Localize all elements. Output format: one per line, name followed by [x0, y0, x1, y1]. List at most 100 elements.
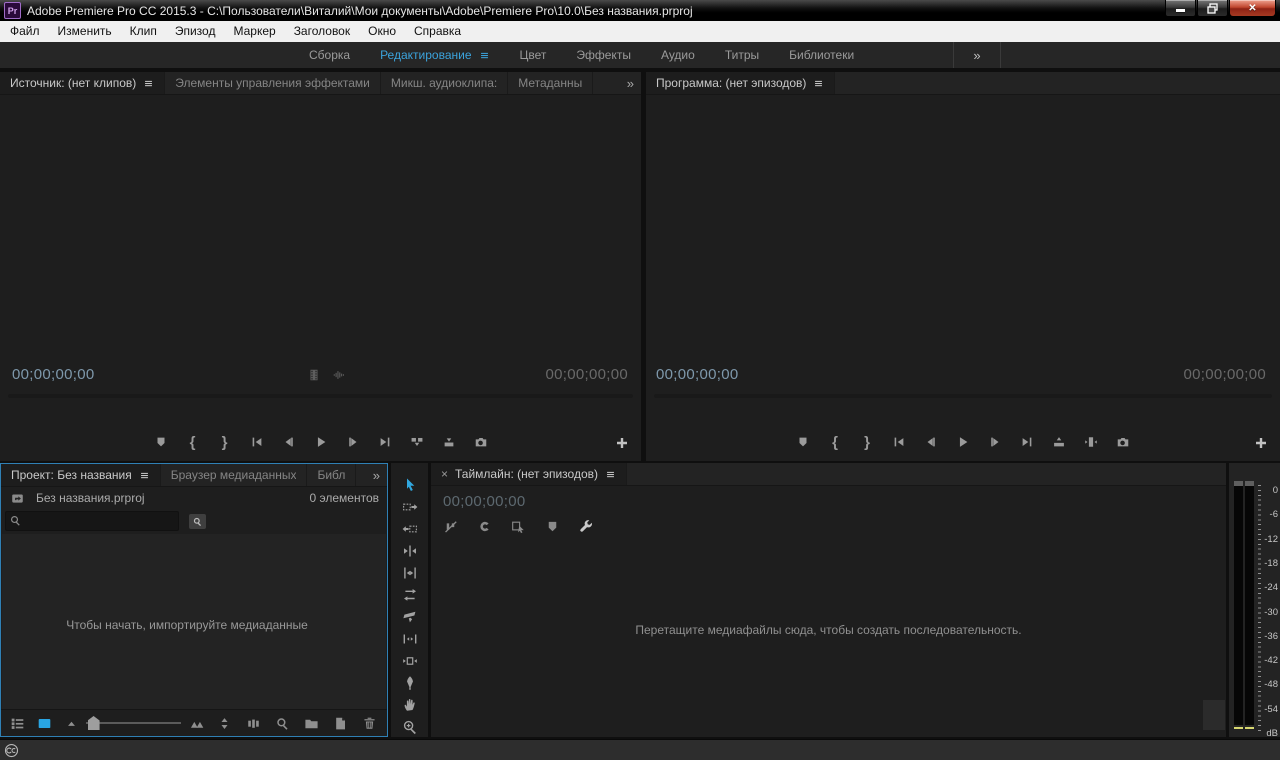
slip-tool-button[interactable]	[401, 630, 418, 647]
sort-button[interactable]	[215, 715, 235, 731]
panel-menu-icon[interactable]	[479, 50, 490, 61]
menu-item[interactable]: Клип	[121, 21, 166, 42]
program-current-time[interactable]: 00;00;00;00	[656, 366, 739, 383]
go-to-in-button[interactable]	[248, 433, 266, 451]
panel-tab[interactable]: Проект: Без названия	[1, 464, 161, 486]
tab-overflow-button[interactable]: »	[620, 76, 641, 91]
workspace-tab[interactable]: Редактирование	[365, 42, 504, 68]
lift-button[interactable]	[1050, 433, 1068, 451]
panel-menu-icon[interactable]	[605, 469, 616, 480]
step-forward-button[interactable]	[344, 433, 362, 451]
creative-cloud-icon[interactable]	[4, 743, 19, 758]
panel-menu-icon[interactable]	[813, 78, 824, 89]
snap-button[interactable]	[475, 517, 493, 535]
extract-button[interactable]	[1082, 433, 1100, 451]
panel-tab[interactable]: Программа: (нет эпизодов)	[646, 72, 835, 94]
mark-out-button[interactable]: }	[858, 433, 876, 451]
zoom-out-button[interactable]	[62, 715, 82, 731]
go-to-out-button[interactable]	[376, 433, 394, 451]
play-button[interactable]	[312, 433, 330, 451]
linked-selection-button[interactable]	[509, 517, 527, 535]
button-editor-button[interactable]	[614, 435, 630, 451]
workspace-tab[interactable]: Титры	[710, 42, 774, 68]
delete-button[interactable]	[359, 715, 379, 731]
timeline-scrollbar-thumb[interactable]	[1203, 700, 1225, 730]
menu-item[interactable]: Изменить	[49, 21, 121, 42]
restore-button[interactable]	[1197, 0, 1228, 17]
add-marker-button[interactable]	[543, 517, 561, 535]
pen-tool-button[interactable]	[401, 674, 418, 691]
panel-tab[interactable]: Браузер медиаданных	[161, 464, 308, 486]
insert-button[interactable]	[408, 433, 426, 451]
button-editor-button[interactable]	[1253, 435, 1269, 451]
icon-view-button[interactable]	[35, 715, 55, 731]
export-frame-button[interactable]	[472, 433, 490, 451]
step-forward-button[interactable]	[986, 433, 1004, 451]
hand-tool-button[interactable]	[401, 696, 418, 713]
minimize-button[interactable]	[1165, 0, 1196, 17]
workspace-tab[interactable]: Библиотеки	[774, 42, 869, 68]
panel-menu-icon[interactable]	[139, 470, 150, 481]
rolling-edit-tool-button[interactable]	[401, 564, 418, 581]
close-button[interactable]: ✕	[1229, 0, 1276, 17]
menu-item[interactable]: Справка	[405, 21, 470, 42]
timeline-settings-button[interactable]	[577, 517, 595, 535]
rate-stretch-tool-button[interactable]	[401, 586, 418, 603]
program-scrub-bar[interactable]	[654, 394, 1272, 398]
close-panel-icon[interactable]: ×	[441, 468, 448, 480]
menu-item[interactable]: Файл	[1, 21, 49, 42]
zoom-in-button[interactable]	[188, 715, 208, 731]
panel-menu-icon[interactable]	[143, 78, 154, 89]
zoom-slider-handle[interactable]	[88, 716, 100, 730]
track-select-forward-tool-button[interactable]	[401, 498, 418, 515]
panel-tab[interactable]: Библ	[307, 464, 356, 486]
source-scrub-bar[interactable]	[8, 394, 633, 398]
project-content-area[interactable]: Чтобы начать, импортируйте медиаданные	[2, 534, 386, 709]
panel-tab[interactable]: Источник: (нет клипов)	[0, 72, 165, 94]
panel-tab[interactable]: Элементы управления эффектами	[165, 72, 381, 94]
new-bin-button[interactable]	[301, 715, 321, 731]
panel-tab[interactable]: ×Таймлайн: (нет эпизодов)	[431, 463, 627, 485]
workspace-tab[interactable]: Аудио	[646, 42, 710, 68]
menu-item[interactable]: Эпизод	[166, 21, 225, 42]
step-back-button[interactable]	[280, 433, 298, 451]
play-button[interactable]	[954, 433, 972, 451]
zoom-slider[interactable]	[86, 715, 181, 731]
workspace-overflow-button[interactable]: »	[953, 42, 1001, 68]
workspace-tab[interactable]: Эффекты	[561, 42, 646, 68]
add-marker-button[interactable]	[794, 433, 812, 451]
mark-out-button[interactable]: }	[216, 433, 234, 451]
panel-tab[interactable]: Микш. аудиоклипа:	[381, 72, 508, 94]
step-back-button[interactable]	[922, 433, 940, 451]
menu-item[interactable]: Окно	[359, 21, 405, 42]
add-marker-button[interactable]	[152, 433, 170, 451]
menu-item[interactable]: Маркер	[224, 21, 284, 42]
zoom-slider-track[interactable]	[86, 722, 181, 724]
automate-to-sequence-button[interactable]	[244, 715, 264, 731]
slide-tool-button[interactable]	[401, 652, 418, 669]
mark-in-button[interactable]: {	[826, 433, 844, 451]
search-input[interactable]	[24, 512, 176, 530]
ripple-edit-tool-button[interactable]	[401, 542, 418, 559]
source-current-time[interactable]: 00;00;00;00	[12, 366, 95, 383]
menu-item[interactable]: Заголовок	[285, 21, 359, 42]
track-select-backward-tool-button[interactable]	[401, 520, 418, 537]
find-in-bin-button[interactable]	[189, 514, 206, 529]
selection-tool-button[interactable]	[401, 476, 418, 493]
tab-overflow-button[interactable]: »	[366, 468, 387, 483]
panel-tab[interactable]: Метаданны	[508, 72, 593, 94]
workspace-tab[interactable]: Сборка	[294, 42, 365, 68]
nest-toggle-button[interactable]	[441, 517, 459, 535]
go-to-in-button[interactable]	[890, 433, 908, 451]
overwrite-button[interactable]	[440, 433, 458, 451]
navigate-up-icon[interactable]	[9, 492, 26, 505]
timeline-current-time[interactable]: 00;00;00;00	[443, 493, 526, 510]
workspace-tab[interactable]: Цвет	[505, 42, 562, 68]
export-frame-button[interactable]	[1114, 433, 1132, 451]
find-button[interactable]	[273, 715, 293, 731]
razor-tool-button[interactable]	[401, 608, 418, 625]
list-view-button[interactable]	[8, 715, 28, 731]
mark-in-button[interactable]: {	[184, 433, 202, 451]
zoom-tool-button[interactable]	[401, 718, 418, 735]
go-to-out-button[interactable]	[1018, 433, 1036, 451]
